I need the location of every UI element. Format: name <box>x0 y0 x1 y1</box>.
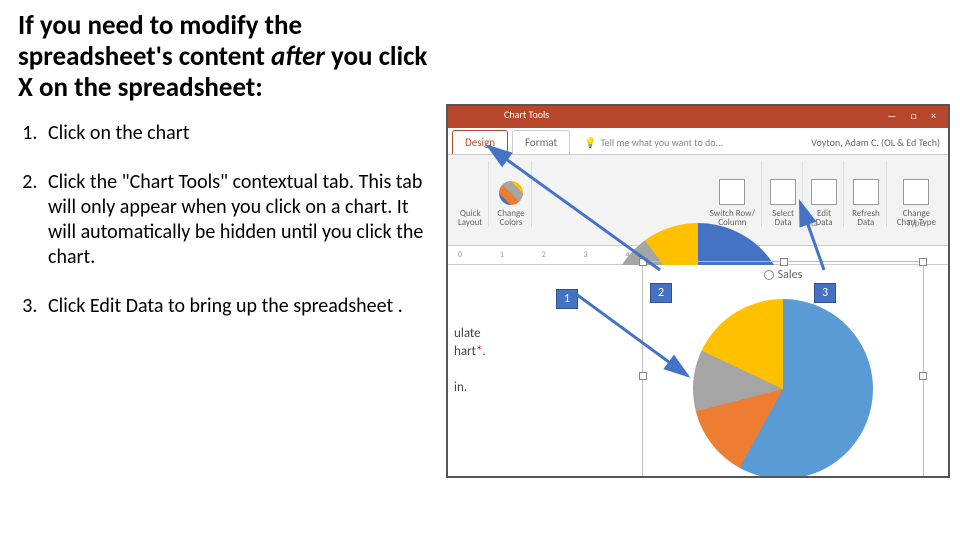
callout-2: 2 <box>650 283 672 303</box>
bulb-icon: 💡 <box>584 136 596 149</box>
ribbon-select-data[interactable]: SelectData <box>764 161 803 227</box>
tab-format[interactable]: Format <box>512 130 570 154</box>
ribbon-group-data-label: Data <box>801 218 818 229</box>
edit-data-icon <box>811 179 837 205</box>
app-screenshot: Chart Tools — □ × Design Format 💡Tell me… <box>446 104 950 478</box>
change-chart-type-icon <box>903 179 929 205</box>
switch-icon <box>719 179 745 205</box>
ribbon-tabs: Design Format 💡Tell me what you want to … <box>448 128 948 155</box>
step-1: Click on the chart <box>42 121 438 146</box>
signed-in-user: Voyton, Adam C. (OL & Ed Tech) <box>811 136 940 154</box>
tell-me[interactable]: 💡Tell me what you want to do... <box>584 136 723 154</box>
heading-emphasis: after <box>271 40 325 73</box>
partial-text: ulate hart*. in. <box>448 325 486 398</box>
chart-title-handle-icon <box>764 270 774 280</box>
window-controls[interactable]: — □ × <box>887 109 942 122</box>
left-column: If you need to modify the spreadsheet's … <box>18 10 438 343</box>
ribbon-change-colors[interactable]: ChangeColors <box>491 161 531 227</box>
ribbon-quick-layout[interactable]: QuickLayout <box>452 161 489 227</box>
callout-1: 1 <box>556 289 578 309</box>
step-2: Click the "Chart Tools" contextual tab. … <box>42 170 438 270</box>
tab-design[interactable]: Design <box>452 130 508 154</box>
heading-part1: If you need to modify the spreadsheet's … <box>18 9 302 73</box>
steps-list: Click on the chart Click the "Chart Tool… <box>42 121 438 319</box>
contextual-tab-label: Chart Tools <box>504 108 549 121</box>
pie-chart <box>693 299 873 478</box>
step-3: Click Edit Data to bring up the spreadsh… <box>42 294 438 319</box>
callout-3: 3 <box>814 283 836 303</box>
slide-canvas: ulate hart*. in. Sales 1 2 3 <box>448 265 948 478</box>
refresh-data-icon <box>853 179 879 205</box>
title-bar: Chart Tools — □ × <box>448 106 948 128</box>
ribbon-switch-row-col[interactable]: Switch Row/Column <box>704 161 762 227</box>
chart-title: Sales <box>643 268 923 282</box>
change-colors-icon <box>499 181 523 205</box>
chart-object[interactable]: Sales <box>642 261 924 478</box>
ribbon-refresh-data[interactable]: RefreshData <box>846 161 887 227</box>
ribbon-group-type-label: Type <box>907 218 924 229</box>
slide: If you need to modify the spreadsheet's … <box>0 0 960 540</box>
page-title: If you need to modify the spreadsheet's … <box>18 10 438 103</box>
select-data-icon <box>770 179 796 205</box>
ribbon: QuickLayout ChangeColors Switch Row/Colu… <box>448 155 948 246</box>
